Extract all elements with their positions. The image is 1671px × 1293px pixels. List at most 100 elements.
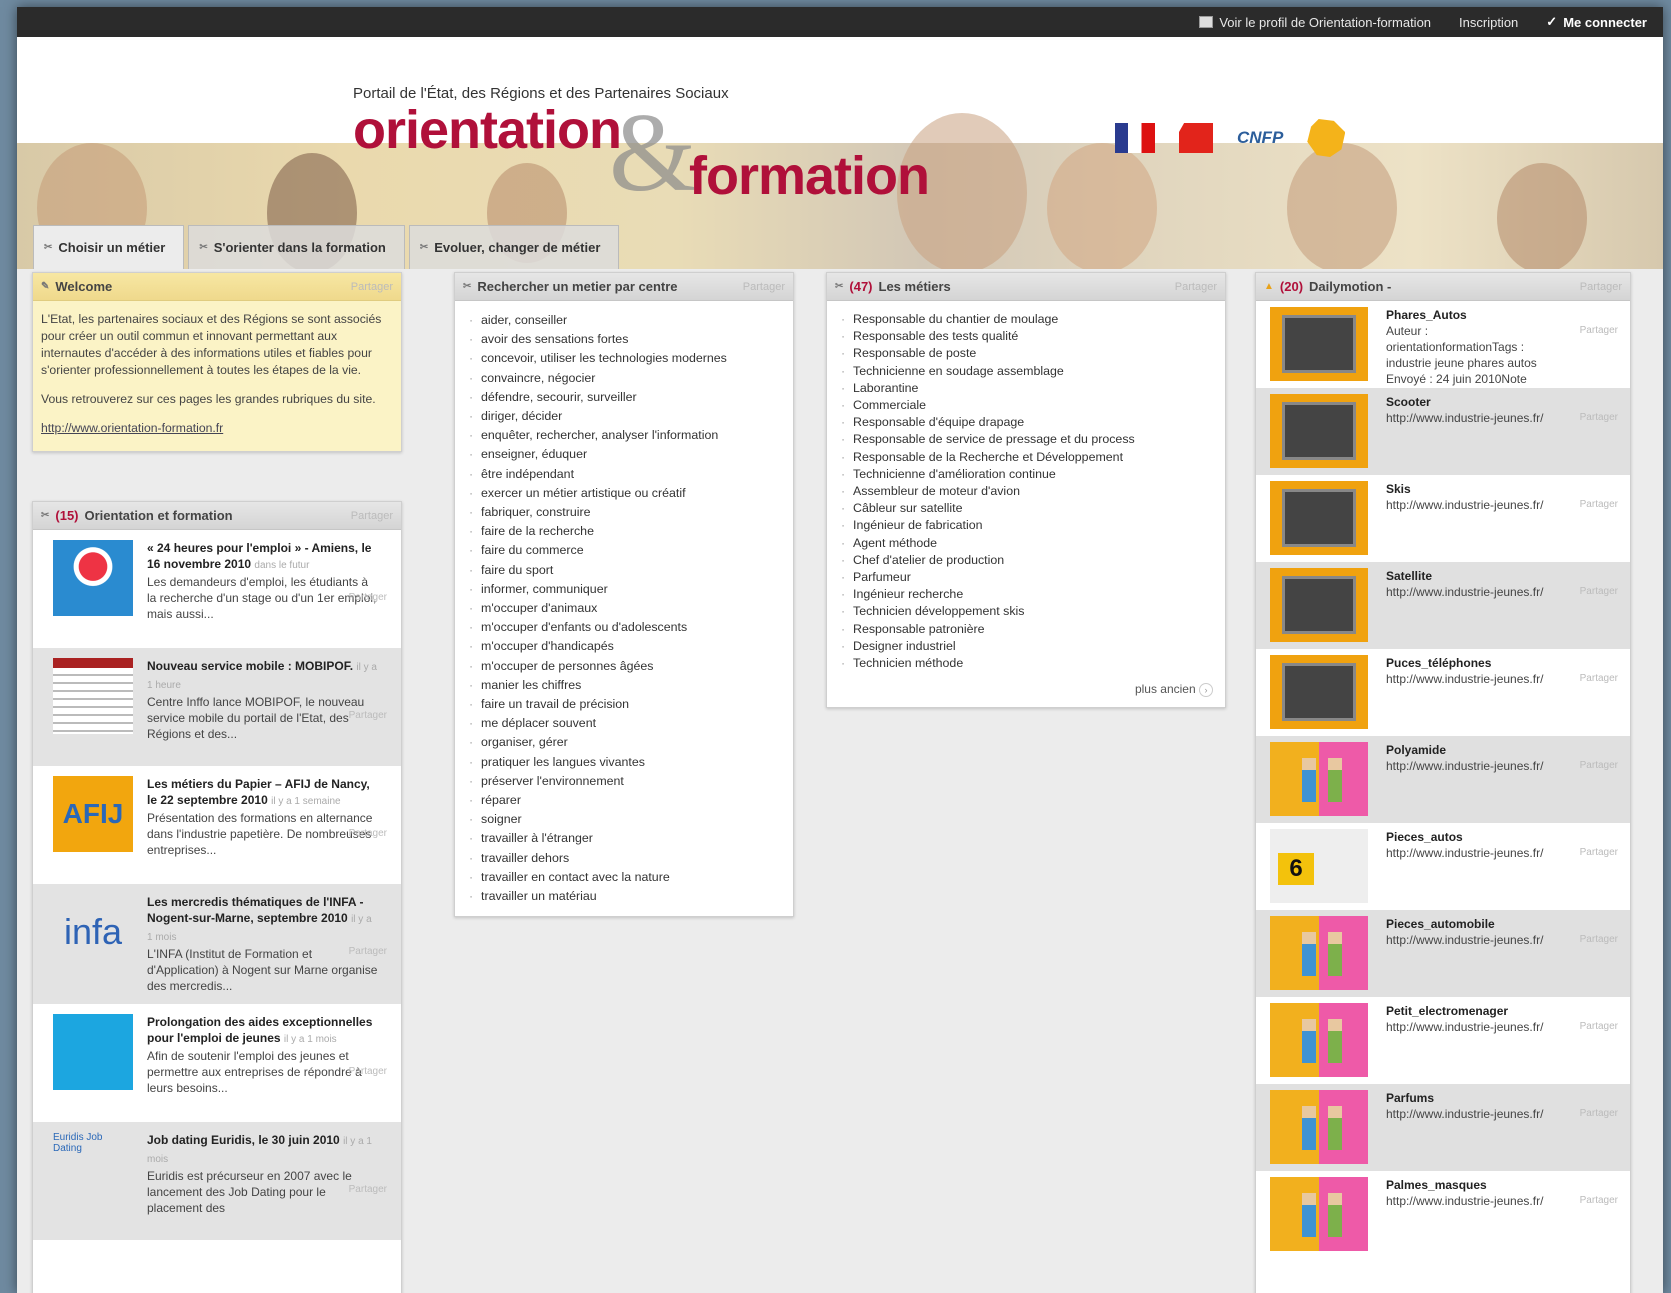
interest-link[interactable]: travailler en contact avec la nature [469,868,779,887]
interest-link[interactable]: défendre, secourir, surveiller [469,388,779,407]
video-item[interactable]: 6 Pieces_autos http://www.industrie-jeunes… [1256,823,1630,910]
job-link[interactable]: Laborantine [841,380,1211,397]
video-item[interactable]: Parfums http://www.industrie-jeunes.fr/Pa… [1256,1084,1630,1171]
share-link[interactable]: Partager [1580,499,1618,510]
interest-link[interactable]: être indépendant [469,465,779,484]
share-link[interactable]: Partager [1580,1195,1618,1206]
news-item[interactable]: Prolongation des aides exceptionnelles p… [33,1004,401,1122]
interest-link[interactable]: travailler un matériau [469,887,779,906]
job-link[interactable]: Technicien développement skis [841,603,1211,620]
share-link[interactable]: Partager [1580,325,1618,336]
interest-link[interactable]: préserver l'environnement [469,772,779,791]
signup-link[interactable]: Inscription [1459,15,1518,30]
share-link[interactable]: Partager [1175,281,1217,293]
video-title[interactable]: Pieces_automobile [1386,916,1546,932]
video-item[interactable]: Phares_Autos Auteur : orientationformatio… [1256,301,1630,402]
interest-link[interactable]: aider, conseiller [469,311,779,330]
news-item[interactable]: « 24 heures pour l'emploi » - Amiens, le… [33,530,401,648]
share-link[interactable]: Partager [351,510,393,522]
share-link[interactable]: Partager [349,828,387,839]
interest-link[interactable]: faire de la recherche [469,522,779,541]
share-link[interactable]: Partager [1580,281,1622,293]
job-link[interactable]: Responsable du chantier de moulage [841,311,1211,328]
login-link[interactable]: ✓ Me connecter [1546,14,1647,30]
interest-link[interactable]: informer, communiquer [469,580,779,599]
logo-word-formation[interactable]: formation [689,145,930,207]
job-link[interactable]: Technicienne d'amélioration continue [841,466,1211,483]
news-item[interactable]: Nouveau service mobile : MOBIPOF. il y a… [33,648,401,766]
video-title[interactable]: Pieces_autos [1386,829,1546,845]
job-link[interactable]: Ingénieur recherche [841,586,1211,603]
video-item[interactable]: Palmes_masques http://www.industrie-jeune… [1256,1171,1630,1258]
job-link[interactable]: Parfumeur [841,569,1211,586]
share-link[interactable]: Partager [349,1066,387,1077]
interest-link[interactable]: pratiquer les langues vivantes [469,753,779,772]
video-title[interactable]: Satellite [1386,568,1546,584]
video-item[interactable]: Petit_electromenager http://www.industrie… [1256,997,1630,1084]
job-link[interactable]: Responsable de service de pressage et du… [841,431,1211,448]
interest-link[interactable]: diriger, décider [469,407,779,426]
interest-link[interactable]: enquêter, rechercher, analyser l'informa… [469,426,779,445]
interest-link[interactable]: m'occuper d'enfants ou d'adolescents [469,618,779,637]
interest-link[interactable]: m'occuper d'animaux [469,599,779,618]
interest-link[interactable]: faire un travail de précision [469,695,779,714]
interest-link[interactable]: réparer [469,791,779,810]
video-title[interactable]: Palmes_masques [1386,1177,1546,1193]
interest-link[interactable]: soigner [469,810,779,829]
tab-choisir-metier[interactable]: ✂ Choisir un métier [33,225,185,269]
widget-header[interactable]: ✂ Rechercher un metier par centre Partag… [455,273,793,301]
interest-link[interactable]: me déplacer souvent [469,714,779,733]
share-link[interactable]: Partager [349,592,387,603]
job-link[interactable]: Chef d'atelier de production [841,552,1211,569]
job-link[interactable]: Agent méthode [841,535,1211,552]
widget-header[interactable]: ▲ (20) Dailymotion - Partager [1256,273,1630,301]
video-item[interactable]: Skis http://www.industrie-jeunes.fr/Parta… [1256,475,1630,562]
job-link[interactable]: Technicien méthode [841,655,1211,672]
share-link[interactable]: Partager [1580,1021,1618,1032]
video-title[interactable]: Skis [1386,481,1546,497]
tab-evoluer-metier[interactable]: ✂ Evoluer, changer de métier [408,225,620,269]
job-link[interactable]: Assembleur de moteur d'avion [841,483,1211,500]
share-link[interactable]: Partager [1580,586,1618,597]
interest-link[interactable]: concevoir, utiliser les technologies mod… [469,349,779,368]
interest-link[interactable]: organiser, gérer [469,733,779,752]
interest-link[interactable]: convaincre, négocier [469,369,779,388]
interest-link[interactable]: avoir des sensations fortes [469,330,779,349]
share-link[interactable]: Partager [349,946,387,957]
news-item[interactable]: Euridis Job Dating Job dating Euridis, l… [33,1122,401,1240]
video-item[interactable]: Puces_téléphones http://www.industrie-jeu… [1256,649,1630,736]
tab-orienter-formation[interactable]: ✂ S'orienter dans la formation [188,225,405,269]
profile-link[interactable]: Voir le profil de Orientation-formation [1199,15,1431,30]
video-title[interactable]: Phares_Autos [1386,307,1546,323]
interest-link[interactable]: exercer un métier artistique ou créatif [469,484,779,503]
interest-link[interactable]: faire du sport [469,561,779,580]
news-item[interactable]: AFIJ Les métiers du Papier – AFIJ de Nan… [33,766,401,884]
video-title[interactable]: Petit_electromenager [1386,1003,1546,1019]
share-link[interactable]: Partager [1580,847,1618,858]
interest-link[interactable]: travailler dehors [469,849,779,868]
share-link[interactable]: Partager [349,1184,387,1195]
job-link[interactable]: Designer industriel [841,638,1211,655]
job-link[interactable]: Câbleur sur satellite [841,500,1211,517]
share-link[interactable]: Partager [743,281,785,293]
video-item[interactable]: Scooter http://www.industrie-jeunes.fr/Pa… [1256,388,1630,475]
interest-link[interactable]: m'occuper d'handicapés [469,637,779,656]
interest-link[interactable]: enseigner, éduquer [469,445,779,464]
share-link[interactable]: Partager [1580,412,1618,423]
interest-link[interactable]: m'occuper de personnes âgées [469,657,779,676]
site-link[interactable]: http://www.orientation-formation.fr [41,421,223,435]
job-link[interactable]: Responsable des tests qualité [841,328,1211,345]
interest-link[interactable]: fabriquer, construire [469,503,779,522]
news-item[interactable]: infa Les mercredis thématiques de l'INFA… [33,884,401,1004]
share-link[interactable]: Partager [1580,673,1618,684]
interest-link[interactable]: faire du commerce [469,541,779,560]
job-link[interactable]: Responsable de la Recherche et Développe… [841,449,1211,466]
share-link[interactable]: Partager [351,281,393,293]
older-link[interactable]: plus ancien › [827,682,1225,707]
job-link[interactable]: Responsable d'équipe drapage [841,414,1211,431]
video-title[interactable]: Parfums [1386,1090,1546,1106]
widget-header[interactable]: ✂ (47) Les métiers Partager [827,273,1225,301]
share-link[interactable]: Partager [349,710,387,721]
widget-header[interactable]: ✎ Welcome Partager [33,273,401,301]
logo-word-orientation[interactable]: orientation [353,99,622,161]
